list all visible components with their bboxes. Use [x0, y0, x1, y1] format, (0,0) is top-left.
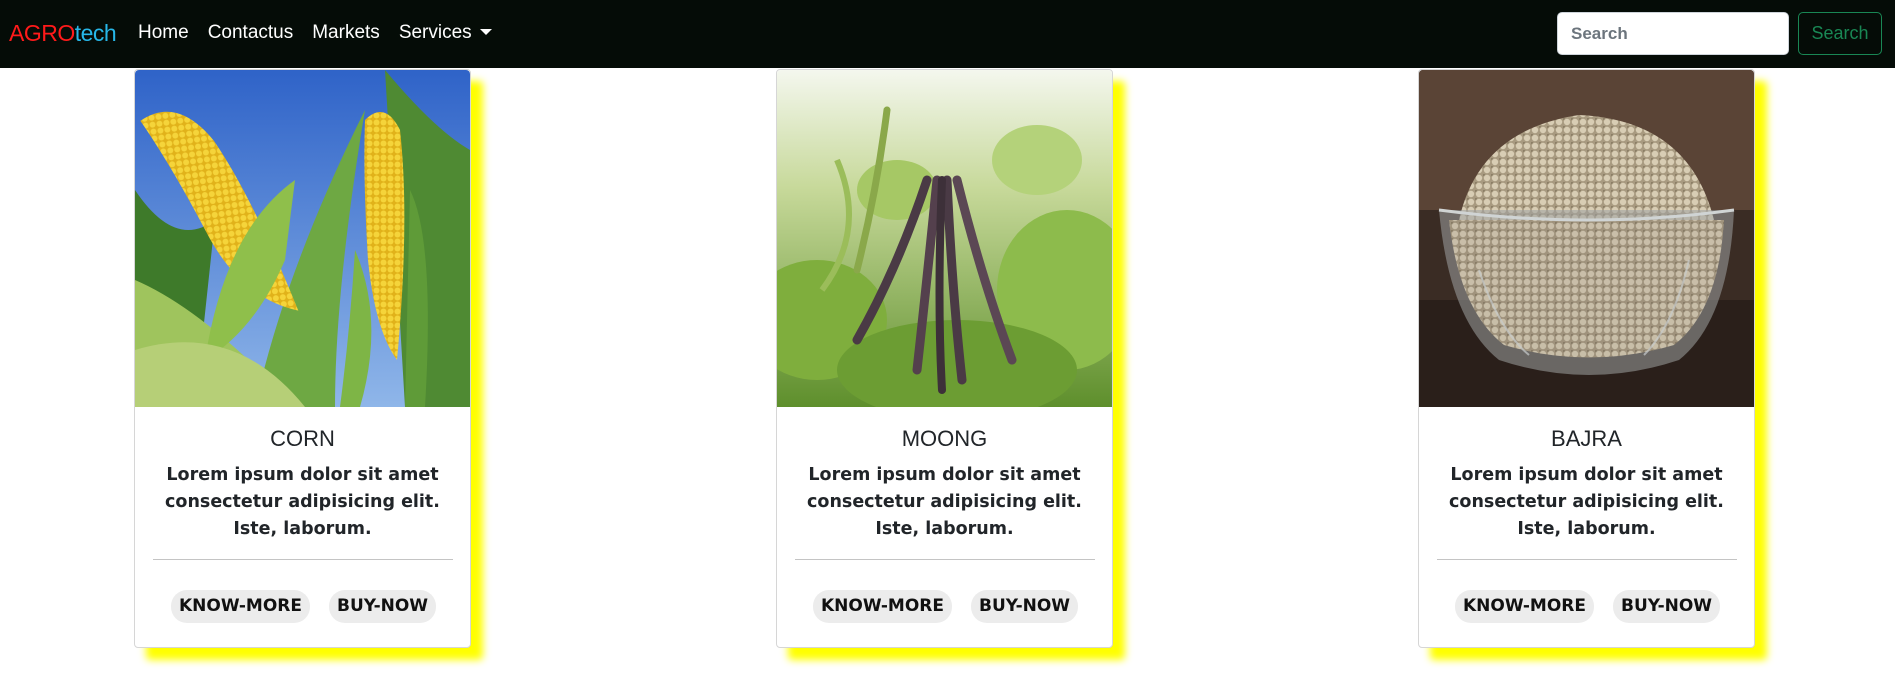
- nav-dropdown-services[interactable]: Services: [399, 22, 492, 44]
- know-more-button[interactable]: KNOW-MORE: [1455, 590, 1594, 623]
- search-button[interactable]: Search: [1798, 12, 1882, 55]
- product-card-moong: MOONG Lorem ipsum dolor sit amet consect…: [776, 69, 1113, 648]
- brand-part-tech: tech: [74, 20, 117, 46]
- product-card-corn: CORN Lorem ipsum dolor sit amet consecte…: [134, 69, 471, 648]
- buy-now-button[interactable]: BUY-NOW: [971, 590, 1079, 623]
- corn-image: [135, 70, 470, 407]
- moong-image: [777, 70, 1112, 407]
- brand-logo[interactable]: AGROtech: [9, 20, 117, 47]
- brand-part-agro: AGRO: [9, 20, 75, 46]
- search-input[interactable]: [1557, 12, 1789, 55]
- card-divider: [153, 559, 453, 560]
- card-text: Lorem ipsum dolor sit amet consectetur a…: [165, 465, 440, 539]
- card-text: Lorem ipsum dolor sit amet consectetur a…: [1449, 465, 1724, 539]
- card-divider: [795, 559, 1095, 560]
- nav-links: Home Contactus Markets Services: [138, 22, 511, 44]
- nav-link-contactus[interactable]: Contactus: [208, 22, 294, 44]
- caret-down-icon: [479, 29, 492, 35]
- card-divider: [1437, 559, 1737, 560]
- buy-now-button[interactable]: BUY-NOW: [1613, 590, 1721, 623]
- know-more-button[interactable]: KNOW-MORE: [171, 590, 310, 623]
- card-title: MOONG: [901, 426, 988, 451]
- card-text: Lorem ipsum dolor sit amet consectetur a…: [807, 465, 1082, 539]
- buy-now-button[interactable]: BUY-NOW: [329, 590, 437, 623]
- card-title: CORN: [270, 426, 335, 451]
- know-more-button[interactable]: KNOW-MORE: [813, 590, 952, 623]
- bajra-image: [1419, 70, 1754, 407]
- card-title: BAJRA: [1551, 426, 1622, 451]
- nav-link-markets[interactable]: Markets: [312, 22, 380, 44]
- product-card-bajra: BAJRA Lorem ipsum dolor sit amet consect…: [1418, 69, 1755, 648]
- nav-link-services-label: Services: [398, 22, 472, 43]
- nav-link-home[interactable]: Home: [138, 22, 189, 44]
- navbar: AGROtech Home Contactus Markets Services…: [0, 0, 1895, 68]
